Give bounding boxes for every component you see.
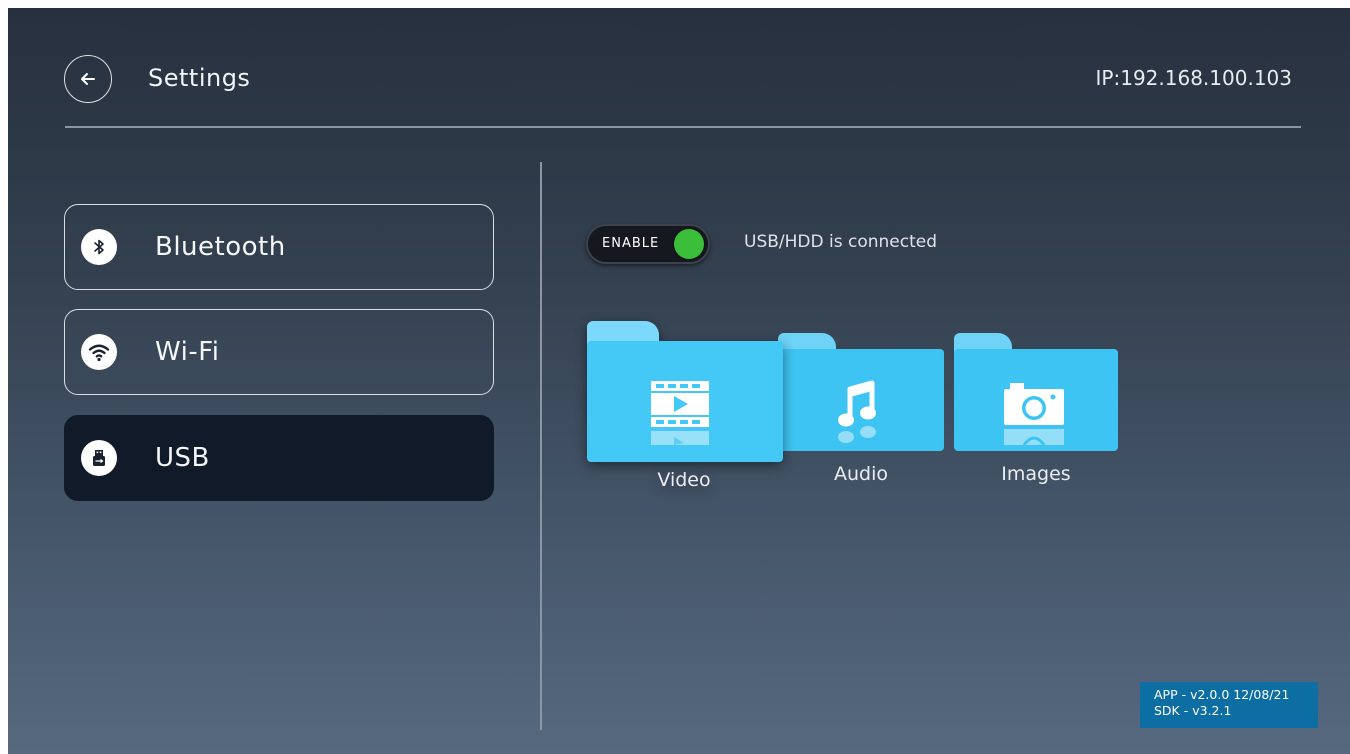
sidebar-item-bluetooth[interactable]: Bluetooth [64,204,494,290]
folder-images[interactable]: Images [954,333,1118,485]
music-note-icon [838,380,876,443]
enable-toggle[interactable]: ENABLE [586,224,710,264]
folder-label: Images [1001,463,1071,485]
version-info: APP - v2.0.0 12/08/21 SDK - v3.2.1 [1140,682,1318,728]
toggle-knob [674,229,704,259]
sidebar-item-label: Bluetooth [155,232,286,262]
sdk-version: SDK - v3.2.1 [1154,703,1232,718]
bluetooth-icon [81,229,117,265]
toggle-label: ENABLE [602,236,660,251]
page-title: Settings [148,64,251,92]
sidebar-item-wifi[interactable]: Wi-Fi [64,309,494,395]
arrow-left-icon [81,73,95,85]
settings-screen: Settings IP:192.168.100.103 Bluetooth Wi… [8,8,1350,754]
connection-status: USB/HDD is connected [744,232,937,252]
folder-label: Video [657,469,711,491]
camera-icon [1004,383,1064,445]
folder-video[interactable]: Video [587,321,783,491]
folder-audio[interactable]: Audio [778,333,944,485]
panel-divider [540,162,542,730]
folder-label: Audio [833,463,888,485]
sidebar-item-label: Wi-Fi [155,337,220,367]
usb-icon [81,440,117,476]
header-divider [65,126,1301,128]
sidebar-item-label: USB [155,443,210,473]
sidebar-item-usb[interactable]: USB [64,415,494,501]
video-icon [651,381,709,445]
wifi-icon [81,334,117,370]
ip-address: IP:192.168.100.103 [1095,66,1292,90]
back-button[interactable] [64,55,112,103]
app-version: APP - v2.0.0 12/08/21 [1154,687,1290,702]
